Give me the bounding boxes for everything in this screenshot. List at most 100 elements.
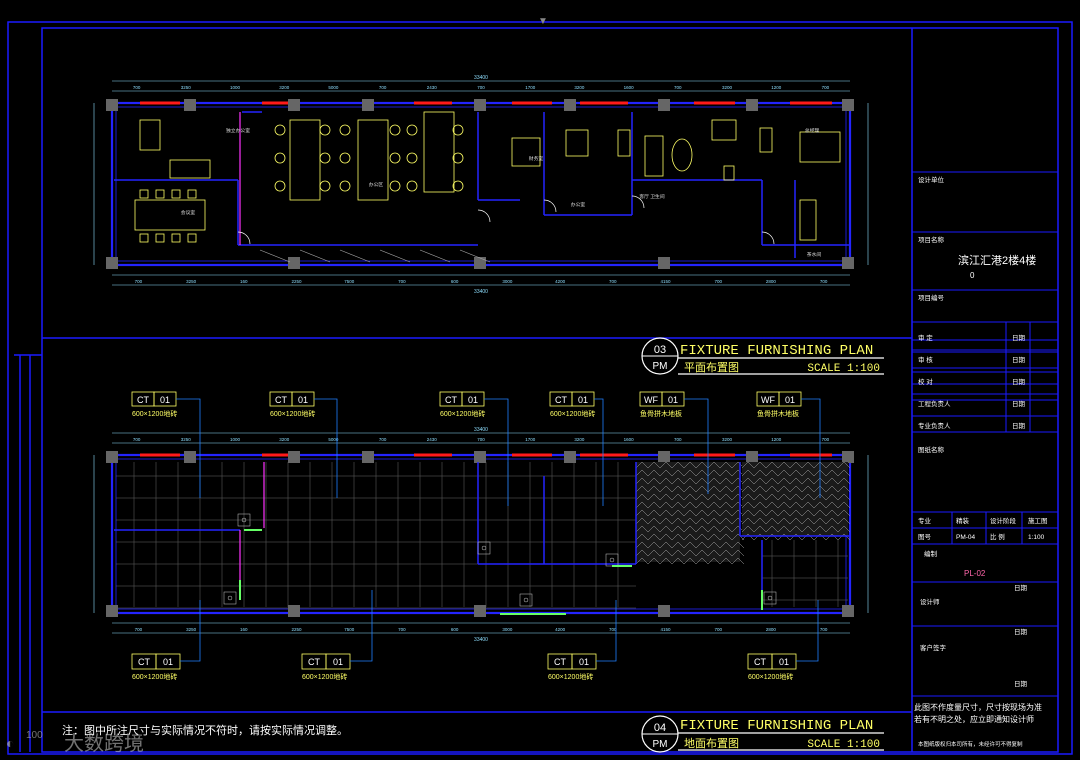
overall-dimension: 33400 [474, 289, 488, 295]
plan-code: PM [653, 361, 668, 372]
stair-hatch [379, 249, 411, 263]
chair [187, 189, 197, 199]
dimension-label: 2250 [291, 279, 302, 284]
dimension-label: 3250 [181, 85, 192, 90]
dimension-label: 700 [477, 437, 485, 442]
column [746, 99, 758, 111]
sofa [169, 159, 211, 179]
tag-description: 600×1200地砖 [132, 409, 177, 418]
chair [155, 233, 165, 243]
room-label: 财务室 [529, 155, 544, 162]
client-signature-label: 客户签字 [920, 643, 947, 652]
watermark-logo: ◐ 100 大数跨境 [6, 730, 144, 755]
dimension-label: 700 [135, 627, 143, 632]
tag-leader [484, 398, 509, 506]
column [184, 451, 196, 463]
column [746, 451, 758, 463]
door-marker [227, 595, 233, 601]
chair [139, 189, 149, 199]
stage-value: 施工图 [1028, 516, 1048, 525]
column [842, 99, 854, 111]
plan-title-cn: 地面布置图 [684, 737, 739, 750]
dimension-label: 160 [240, 627, 248, 632]
dimension-label: 3200 [722, 85, 733, 90]
office-chair [406, 124, 418, 136]
scale-value: 1:100 [1028, 534, 1045, 541]
project-name: 滨江汇港2楼4楼 [958, 253, 1036, 267]
dimension-label: 1200 [771, 85, 782, 90]
column [106, 257, 118, 269]
column [842, 257, 854, 269]
scale-label: 比 例 [990, 532, 1005, 541]
plan-title-top: 03 PM FIXTURE FURNISHING PLAN 平面布置图 SCAL… [641, 337, 884, 375]
signoff-date-label: 日期 [1012, 422, 1026, 430]
drawing-no-label: 图号 [918, 533, 932, 541]
tag-code: WF [761, 395, 775, 405]
office-chair [339, 152, 351, 164]
signoff-label: 工程负责人 [918, 399, 951, 408]
column [564, 451, 576, 463]
door-marker [609, 557, 615, 563]
dimension-label: 700 [822, 437, 830, 442]
dimension-label: 1000 [230, 85, 241, 90]
dimension-label: 700 [398, 279, 406, 284]
tag-code: CT [554, 657, 566, 667]
tag-description: 600×1200地砖 [440, 409, 485, 418]
dimension-label: 1000 [230, 437, 241, 442]
svg-text:100: 100 [26, 730, 43, 741]
column [474, 605, 486, 617]
chair [155, 189, 165, 199]
drawing-no-value: PM-04 [956, 534, 976, 541]
door-marker [477, 541, 491, 555]
room-label: 总经理 [805, 127, 820, 134]
chair [187, 233, 197, 243]
dimension-label: 700 [822, 85, 830, 90]
dimension-label: 700 [609, 279, 617, 284]
date-label: 日期 [1014, 628, 1028, 636]
bed [799, 131, 841, 163]
workstation [357, 119, 389, 201]
office-chair [274, 180, 286, 192]
tag-number: 01 [779, 657, 789, 667]
stair-hatch [339, 249, 371, 263]
dimension-label: 700 [133, 85, 141, 90]
tag-description: 鱼骨拼木地板 [757, 409, 799, 418]
tag-number: 01 [163, 657, 173, 667]
dimension-label: 700 [379, 85, 387, 90]
signoff-label: 审 定 [918, 333, 933, 342]
dimension-label: 2800 [766, 279, 777, 284]
column [658, 99, 670, 111]
column [106, 99, 118, 111]
dimension-label: 1600 [624, 437, 635, 442]
title-block: 设计单位项目名称滨江汇港2楼4楼0项目编号审 定日期审 核日期校 对日期工程负责… [912, 171, 1058, 748]
dimension-label: 2430 [427, 85, 438, 90]
column [474, 257, 486, 269]
tag-number: 01 [333, 657, 343, 667]
tag-leader [594, 398, 604, 506]
column [288, 257, 300, 269]
dimension-label: 4150 [660, 279, 671, 284]
dimension-label: 700 [820, 279, 828, 284]
dimension-label: 1700 [525, 437, 536, 442]
signoff-date-label: 日期 [1012, 334, 1026, 342]
coffee-table [671, 138, 693, 172]
overall-dimension: 33400 [474, 427, 488, 433]
material-tag: CT 01 600×1200地砖 [439, 391, 509, 506]
door-swing [543, 199, 557, 213]
signoff-date-label: 日期 [1012, 356, 1026, 364]
dimension-label: 600 [451, 279, 459, 284]
desk [759, 127, 773, 153]
dimension-label: 3200 [574, 437, 585, 442]
dimension-label: 4200 [555, 279, 566, 284]
room-label: 独立办公室 [226, 127, 250, 134]
material-tag: CT 01 600×1200地砖 [131, 391, 201, 498]
tag-number: 01 [668, 395, 678, 405]
office-chair [452, 124, 464, 136]
floor-plan-furnishing: 700 3250 1000 3200 5000 700 2430 700 1700 3200 160… [93, 75, 869, 295]
dimension-label: 700 [714, 627, 722, 632]
plan-scale: SCALE 1:100 [807, 363, 880, 375]
column [106, 451, 118, 463]
plan-number: 03 [654, 344, 666, 356]
office-chair [339, 124, 351, 136]
plan-number: 04 [654, 722, 666, 734]
